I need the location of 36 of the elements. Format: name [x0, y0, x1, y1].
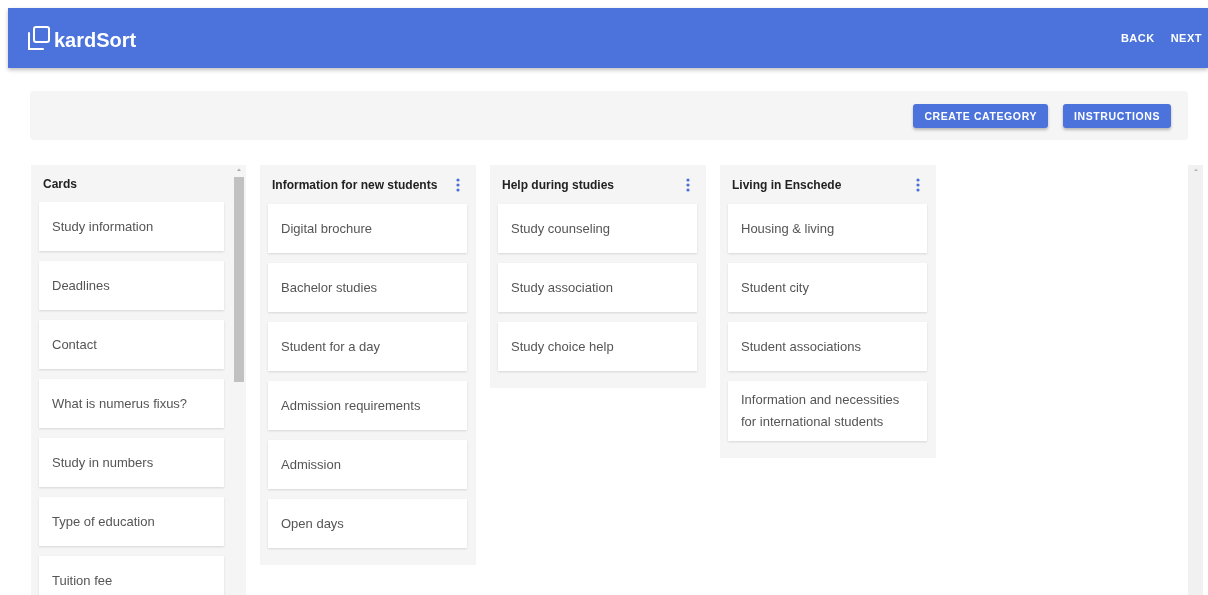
card[interactable]: Student for a day: [268, 322, 467, 371]
more-icon[interactable]: [686, 177, 690, 192]
card[interactable]: Study association: [498, 263, 697, 312]
scroll-up-icon[interactable]: [1193, 168, 1198, 171]
card[interactable]: Digital brochure: [268, 204, 467, 253]
logo-icon: [27, 25, 51, 51]
card[interactable]: Tuition fee: [39, 556, 224, 595]
column-title: Cards: [43, 176, 77, 191]
card[interactable]: Study choice help: [498, 322, 697, 371]
card[interactable]: Study information: [39, 202, 224, 251]
card[interactable]: Housing & living: [728, 204, 927, 253]
card[interactable]: Deadlines: [39, 261, 224, 310]
card[interactable]: Admission requirements: [268, 381, 467, 430]
card[interactable]: Study in numbers: [39, 438, 224, 487]
card[interactable]: Contact: [39, 320, 224, 369]
column-title: Living in Enschede: [732, 177, 842, 192]
more-icon[interactable]: [916, 177, 920, 192]
card[interactable]: Open days: [268, 499, 467, 548]
toolbar-button[interactable]: CREATE CATEGORY: [913, 103, 1049, 128]
card[interactable]: Admission: [268, 440, 467, 489]
page-scrollbar[interactable]: [1188, 165, 1203, 595]
card[interactable]: Bachelor studies: [268, 263, 467, 312]
card[interactable]: Student associations: [728, 322, 927, 371]
column-title: Help during studies: [502, 177, 614, 192]
toolbar-button[interactable]: INSTRUCTIONS: [1063, 103, 1171, 128]
logo-text: kardSort: [54, 29, 137, 51]
scroll-up-icon[interactable]: [237, 168, 241, 171]
card[interactable]: Information and necessities for international students: [728, 381, 927, 441]
card[interactable]: Study counseling: [498, 204, 697, 253]
card[interactable]: Type of education: [39, 497, 224, 546]
card[interactable]: What is numerus fixus?: [39, 379, 224, 428]
card[interactable]: Student city: [728, 263, 927, 312]
nav-button[interactable]: BACK: [1114, 26, 1161, 50]
column-title: Information for new students: [272, 177, 438, 192]
more-icon[interactable]: [456, 177, 460, 192]
nav-button[interactable]: NEXT: [1164, 26, 1208, 50]
